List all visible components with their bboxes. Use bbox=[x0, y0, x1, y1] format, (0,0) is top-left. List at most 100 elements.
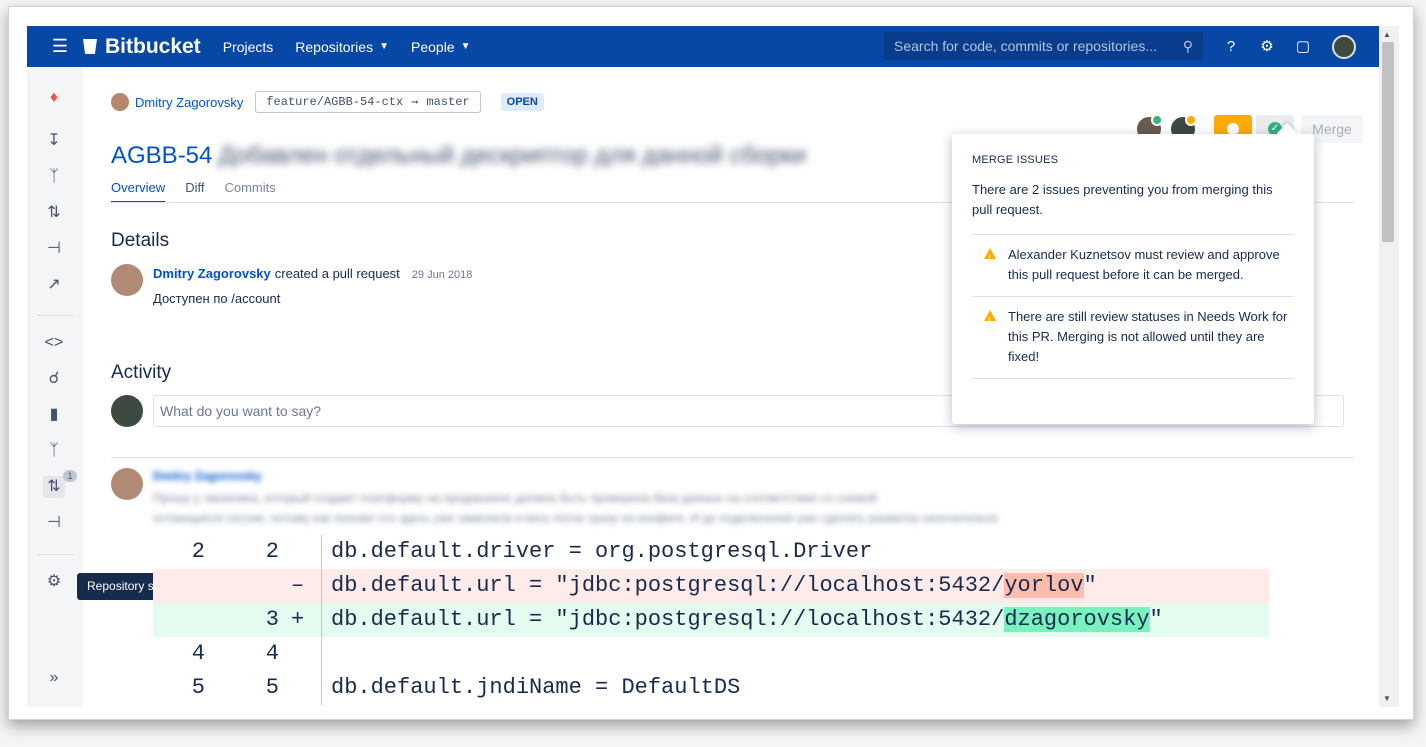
popover-title: MERGE ISSUES bbox=[972, 154, 1059, 166]
scroll-thumb[interactable] bbox=[1382, 42, 1394, 242]
diff-snippet: 2 2 db.default.driver = org.postgresql.D… bbox=[153, 535, 1269, 705]
diff-row: 2 2 db.default.driver = org.postgresql.D… bbox=[153, 535, 1269, 569]
author-avatar[interactable] bbox=[111, 264, 143, 296]
new-line-number: 3 bbox=[265, 607, 279, 632]
branch-info: feature/AGBB-54-ctx ➞ master bbox=[255, 91, 481, 113]
code-line: db.default.driver = org.postgresql.Drive… bbox=[331, 535, 872, 569]
commits-icon[interactable]: ☌ bbox=[43, 368, 65, 390]
popover-intro: There are 2 issues preventing you from m… bbox=[972, 180, 1294, 235]
diff-sign: + bbox=[291, 607, 305, 632]
diff-row: 4 4 bbox=[153, 637, 1269, 671]
target-branch[interactable]: master bbox=[426, 95, 469, 109]
diff-gutter bbox=[321, 535, 322, 569]
diff-sign: – bbox=[291, 573, 305, 598]
nav-repositories[interactable]: Repositories ▼ bbox=[295, 39, 389, 55]
details-summary: Dmitry Zagorovsky created a pull request… bbox=[153, 266, 472, 281]
bitbucket-app: ☰ Bitbucket Projects Repositories ▼ Peopl… bbox=[27, 26, 1399, 707]
commenter-name[interactable]: Dmitry Zagorovsky bbox=[153, 469, 262, 483]
project-logo-icon[interactable]: ♦ bbox=[43, 87, 65, 109]
create-icon[interactable]: ↧ bbox=[43, 130, 65, 152]
diff-gutter bbox=[321, 569, 322, 603]
details-action: created a pull request bbox=[274, 266, 400, 281]
details-heading: Details bbox=[111, 230, 170, 251]
chevron-down-icon: ▼ bbox=[460, 41, 471, 52]
repo-pull-requests-icon[interactable]: ⇅ bbox=[43, 476, 65, 498]
search-input[interactable] bbox=[894, 38, 1183, 54]
diff-gutter bbox=[321, 603, 322, 637]
search-icon[interactable]: ⚲ bbox=[1183, 38, 1193, 55]
status-badge: OPEN bbox=[500, 93, 544, 111]
merge-issue-item: There are still review statuses in Needs… bbox=[972, 297, 1294, 379]
page-scrollbar[interactable]: ▲ ▼ bbox=[1379, 26, 1399, 707]
added-highlight: dzagorovsky bbox=[1004, 607, 1150, 632]
diff-row-added: 3 + db.default.url = "jdbc:postgresql://… bbox=[153, 603, 1269, 637]
pull-requests-icon[interactable]: ⇅ bbox=[43, 202, 65, 224]
bitbucket-logo-icon bbox=[83, 39, 97, 54]
chevron-down-icon: ▼ bbox=[379, 41, 389, 52]
sidebar-divider bbox=[37, 315, 73, 316]
details-date: 29 Jun 2018 bbox=[411, 269, 473, 281]
tab-overview[interactable]: Overview bbox=[111, 180, 166, 203]
comment-text-line: остающиеся сессии, потому как похоже что… bbox=[153, 511, 999, 525]
diff-gutter bbox=[321, 671, 322, 705]
source-icon[interactable]: <> bbox=[43, 332, 65, 354]
diff-row: 5 5 db.default.jndiName = DefaultDS bbox=[153, 671, 1269, 705]
merge-issue-text: There are still review statuses in Needs… bbox=[1008, 309, 1288, 364]
code-line: db.default.url = "jdbc:postgresql://loca… bbox=[331, 603, 1163, 637]
menu-icon[interactable]: ☰ bbox=[45, 36, 75, 57]
new-line-number: 4 bbox=[265, 641, 279, 666]
new-line-number: 5 bbox=[265, 675, 279, 700]
author-avatar[interactable] bbox=[111, 93, 129, 111]
source-branch[interactable]: feature/AGBB-54-ctx bbox=[266, 95, 403, 109]
nav-repositories-label: Repositories bbox=[295, 38, 374, 55]
scroll-up-icon[interactable]: ▲ bbox=[1383, 30, 1391, 39]
nav-people[interactable]: People ▼ bbox=[411, 39, 471, 55]
nav-projects-label: Projects bbox=[222, 38, 274, 55]
author-link[interactable]: Dmitry Zagorovsky bbox=[135, 95, 243, 110]
forks-icon[interactable]: ⊣ bbox=[43, 238, 65, 260]
pr-header: Dmitry Zagorovsky feature/AGBB-54-ctx ➞ … bbox=[111, 91, 544, 113]
insights-icon[interactable]: ↗ bbox=[43, 274, 65, 296]
bitbucket-logo[interactable]: Bitbucket bbox=[83, 35, 201, 59]
code-text: " bbox=[1083, 573, 1097, 598]
help-icon[interactable]: ? bbox=[1222, 38, 1240, 56]
commenter-avatar[interactable] bbox=[111, 468, 143, 500]
old-line-number: 5 bbox=[191, 675, 205, 700]
scroll-down-icon[interactable]: ▼ bbox=[1383, 694, 1391, 703]
code-text: db.default.url = "jdbc:postgresql://loca… bbox=[331, 607, 1005, 632]
nav-projects[interactable]: Projects bbox=[223, 39, 274, 55]
arrow-right-icon: ➞ bbox=[411, 95, 419, 110]
logo-text: Bitbucket bbox=[105, 34, 201, 58]
stats-icon[interactable]: ▮ bbox=[43, 404, 65, 426]
screenshot-frame: ☰ Bitbucket Projects Repositories ▼ Peopl… bbox=[8, 6, 1414, 720]
expand-icon[interactable]: » bbox=[43, 667, 65, 689]
sidebar: ♦ ↧ ᛉ ⇅ ⊣ ↗ <> ☌ ▮ ᛉ ⇅ 1 ⊣ ⚙ » bbox=[27, 67, 83, 707]
nav-people-label: People bbox=[411, 38, 455, 55]
current-user-avatar[interactable] bbox=[111, 395, 143, 427]
top-navigation: ☰ Bitbucket Projects Repositories ▼ Peopl… bbox=[27, 26, 1399, 67]
branches-icon[interactable]: ᛉ bbox=[43, 166, 65, 188]
activity-heading: Activity bbox=[111, 362, 172, 383]
notifications-icon[interactable]: ▢ bbox=[1294, 38, 1312, 56]
details-author-link[interactable]: Dmitry Zagorovsky bbox=[153, 266, 271, 281]
code-line: db.default.jndiName = DefaultDS bbox=[331, 671, 740, 705]
tab-commits[interactable]: Commits bbox=[224, 180, 275, 203]
pr-description: Доступен по /account bbox=[153, 291, 281, 306]
approved-icon bbox=[1151, 114, 1163, 126]
sidebar-divider bbox=[37, 554, 73, 555]
code-text: db.default.jndiName = DefaultDS bbox=[331, 675, 741, 700]
gear-icon[interactable]: ⚙ bbox=[1258, 38, 1276, 56]
repo-branches-icon[interactable]: ᛉ bbox=[43, 440, 65, 462]
pr-tabs: Overview Diff Commits bbox=[111, 180, 296, 203]
user-avatar[interactable] bbox=[1332, 35, 1356, 59]
page-title: AGBB-54 Добавлен отдельный дескриптор для… bbox=[111, 142, 806, 170]
old-line-number: 2 bbox=[191, 539, 205, 564]
warning-icon bbox=[984, 310, 996, 331]
settings-icon[interactable]: ⚙ bbox=[43, 571, 65, 593]
code-text: db.default.driver = org.postgresql.Drive… bbox=[331, 539, 873, 564]
warning-icon bbox=[984, 248, 996, 269]
tab-diff[interactable]: Diff bbox=[185, 180, 204, 203]
pr-key: AGBB-54 bbox=[111, 142, 213, 169]
repo-forks-icon[interactable]: ⊣ bbox=[43, 512, 65, 534]
code-text: db.default.url = "jdbc:postgresql://loca… bbox=[331, 573, 1005, 598]
